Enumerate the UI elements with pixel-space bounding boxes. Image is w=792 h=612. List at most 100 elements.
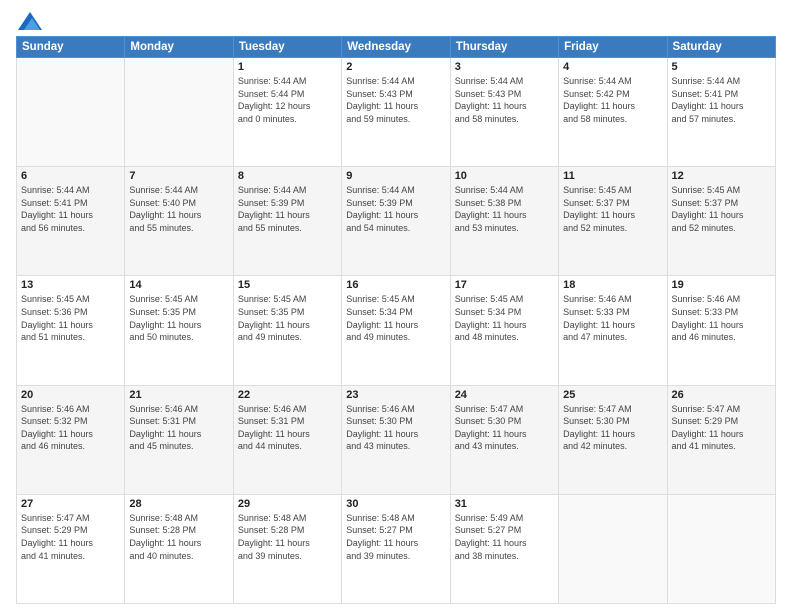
day-number: 8 [238,170,337,182]
day-number: 6 [21,170,120,182]
calendar-cell: 22 Sunrise: 5:46 AM Sunset: 5:31 PM Dayli… [233,385,341,494]
day-detail: Sunrise: 5:49 AM Sunset: 5:27 PM Dayligh… [455,512,554,562]
calendar-cell: 20Sunrise: 5:46 AM Sunset: 5:32 PM Dayli… [17,385,125,494]
day-detail: Sunrise: 5:45 AM Sunset: 5:37 PM Dayligh… [563,184,662,234]
day-number: 30 [346,498,445,510]
day-number: 15 [238,279,337,291]
calendar-cell: 28 Sunrise: 5:48 AM Sunset: 5:28 PM Dayli… [125,494,233,603]
day-detail: Sunrise: 5:45 AM Sunset: 5:35 PM Dayligh… [129,293,228,343]
calendar-cell: 11 Sunrise: 5:45 AM Sunset: 5:37 PM Dayli… [559,167,667,276]
day-number: 3 [455,61,554,73]
calendar-cell [667,494,775,603]
weekday-header-tuesday: Tuesday [233,37,341,58]
weekday-header-monday: Monday [125,37,233,58]
calendar-cell: 19Sunrise: 5:46 AM Sunset: 5:33 PM Dayli… [667,276,775,385]
calendar-cell: 30 Sunrise: 5:48 AM Sunset: 5:27 PM Dayli… [342,494,450,603]
calendar-week-1: 1 Sunrise: 5:44 AM Sunset: 5:44 PM Daylig… [17,58,776,167]
day-detail: Sunrise: 5:45 AM Sunset: 5:34 PM Dayligh… [455,293,554,343]
day-number: 16 [346,279,445,291]
calendar-cell: 2 Sunrise: 5:44 AM Sunset: 5:43 PM Daylig… [342,58,450,167]
day-number: 2 [346,61,445,73]
day-detail: Sunrise: 5:47 AM Sunset: 5:29 PM Dayligh… [672,403,771,453]
calendar-week-4: 20Sunrise: 5:46 AM Sunset: 5:32 PM Dayli… [17,385,776,494]
day-number: 1 [238,61,337,73]
calendar-table: SundayMondayTuesdayWednesdayThursdayFrid… [16,36,776,604]
day-number: 17 [455,279,554,291]
day-number: 29 [238,498,337,510]
calendar-cell: 5 Sunrise: 5:44 AM Sunset: 5:41 PM Daylig… [667,58,775,167]
day-detail: Sunrise: 5:44 AM Sunset: 5:38 PM Dayligh… [455,184,554,234]
calendar-cell: 23Sunrise: 5:46 AM Sunset: 5:30 PM Dayli… [342,385,450,494]
day-number: 26 [672,389,771,401]
calendar-cell: 9 Sunrise: 5:44 AM Sunset: 5:39 PM Daylig… [342,167,450,276]
day-number: 10 [455,170,554,182]
day-number: 28 [129,498,228,510]
calendar-cell: 21 Sunrise: 5:46 AM Sunset: 5:31 PM Dayli… [125,385,233,494]
logo-icon [18,12,42,30]
calendar-week-5: 27 Sunrise: 5:47 AM Sunset: 5:29 PM Dayli… [17,494,776,603]
calendar-cell: 24 Sunrise: 5:47 AM Sunset: 5:30 PM Dayli… [450,385,558,494]
weekday-header-sunday: Sunday [17,37,125,58]
day-detail: Sunrise: 5:46 AM Sunset: 5:33 PM Dayligh… [563,293,662,343]
day-number: 22 [238,389,337,401]
calendar-cell: 4 Sunrise: 5:44 AM Sunset: 5:42 PM Daylig… [559,58,667,167]
weekday-header-thursday: Thursday [450,37,558,58]
day-detail: Sunrise: 5:46 AM Sunset: 5:33 PM Dayligh… [672,293,771,343]
day-number: 21 [129,389,228,401]
calendar-cell [125,58,233,167]
calendar-week-3: 13Sunrise: 5:45 AM Sunset: 5:36 PM Dayli… [17,276,776,385]
day-number: 5 [672,61,771,73]
calendar-cell: 14 Sunrise: 5:45 AM Sunset: 5:35 PM Dayli… [125,276,233,385]
calendar-cell [559,494,667,603]
day-number: 18 [563,279,662,291]
day-detail: Sunrise: 5:45 AM Sunset: 5:37 PM Dayligh… [672,184,771,234]
day-number: 9 [346,170,445,182]
day-detail: Sunrise: 5:44 AM Sunset: 5:43 PM Dayligh… [346,75,445,125]
day-detail: Sunrise: 5:46 AM Sunset: 5:31 PM Dayligh… [238,403,337,453]
day-number: 12 [672,170,771,182]
calendar-cell: 31 Sunrise: 5:49 AM Sunset: 5:27 PM Dayli… [450,494,558,603]
calendar-week-2: 6 Sunrise: 5:44 AM Sunset: 5:41 PM Daylig… [17,167,776,276]
day-detail: Sunrise: 5:44 AM Sunset: 5:39 PM Dayligh… [346,184,445,234]
day-number: 7 [129,170,228,182]
day-detail: Sunrise: 5:48 AM Sunset: 5:28 PM Dayligh… [238,512,337,562]
calendar-cell: 27 Sunrise: 5:47 AM Sunset: 5:29 PM Dayli… [17,494,125,603]
day-number: 31 [455,498,554,510]
day-detail: Sunrise: 5:44 AM Sunset: 5:41 PM Dayligh… [21,184,120,234]
day-detail: Sunrise: 5:47 AM Sunset: 5:29 PM Dayligh… [21,512,120,562]
day-detail: Sunrise: 5:44 AM Sunset: 5:39 PM Dayligh… [238,184,337,234]
weekday-header-wednesday: Wednesday [342,37,450,58]
day-detail: Sunrise: 5:44 AM Sunset: 5:42 PM Dayligh… [563,75,662,125]
calendar-cell: 18 Sunrise: 5:46 AM Sunset: 5:33 PM Dayli… [559,276,667,385]
calendar-cell: 12 Sunrise: 5:45 AM Sunset: 5:37 PM Dayli… [667,167,775,276]
calendar-cell: 13Sunrise: 5:45 AM Sunset: 5:36 PM Dayli… [17,276,125,385]
day-detail: Sunrise: 5:47 AM Sunset: 5:30 PM Dayligh… [563,403,662,453]
day-detail: Sunrise: 5:44 AM Sunset: 5:40 PM Dayligh… [129,184,228,234]
calendar-cell: 26 Sunrise: 5:47 AM Sunset: 5:29 PM Dayli… [667,385,775,494]
header [16,12,776,30]
day-number: 14 [129,279,228,291]
day-detail: Sunrise: 5:44 AM Sunset: 5:41 PM Dayligh… [672,75,771,125]
calendar-cell [17,58,125,167]
day-number: 25 [563,389,662,401]
day-number: 23 [346,389,445,401]
day-detail: Sunrise: 5:44 AM Sunset: 5:44 PM Dayligh… [238,75,337,125]
day-detail: Sunrise: 5:48 AM Sunset: 5:27 PM Dayligh… [346,512,445,562]
calendar-cell: 1 Sunrise: 5:44 AM Sunset: 5:44 PM Daylig… [233,58,341,167]
day-detail: Sunrise: 5:47 AM Sunset: 5:30 PM Dayligh… [455,403,554,453]
calendar-cell: 16 Sunrise: 5:45 AM Sunset: 5:34 PM Dayli… [342,276,450,385]
calendar-cell: 29 Sunrise: 5:48 AM Sunset: 5:28 PM Dayli… [233,494,341,603]
day-detail: Sunrise: 5:45 AM Sunset: 5:34 PM Dayligh… [346,293,445,343]
calendar-cell: 25 Sunrise: 5:47 AM Sunset: 5:30 PM Dayli… [559,385,667,494]
day-detail: Sunrise: 5:44 AM Sunset: 5:43 PM Dayligh… [455,75,554,125]
day-number: 24 [455,389,554,401]
weekday-header-saturday: Saturday [667,37,775,58]
page: SundayMondayTuesdayWednesdayThursdayFrid… [0,0,792,612]
day-detail: Sunrise: 5:48 AM Sunset: 5:28 PM Dayligh… [129,512,228,562]
day-number: 13 [21,279,120,291]
logo [16,12,42,30]
day-number: 11 [563,170,662,182]
day-detail: Sunrise: 5:46 AM Sunset: 5:31 PM Dayligh… [129,403,228,453]
day-number: 27 [21,498,120,510]
day-number: 4 [563,61,662,73]
